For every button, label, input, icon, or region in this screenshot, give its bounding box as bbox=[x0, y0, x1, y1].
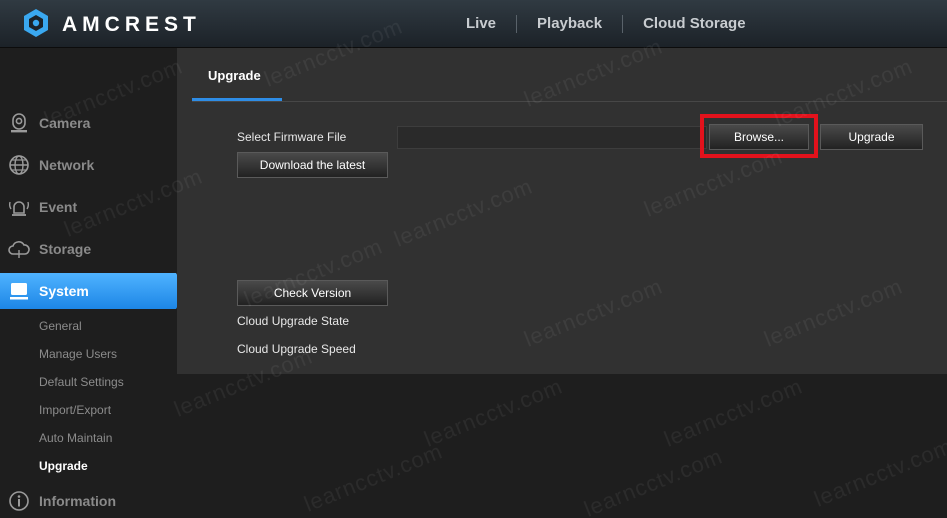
check-version-button[interactable]: Check Version bbox=[237, 280, 388, 306]
firmware-file-field[interactable] bbox=[397, 126, 707, 149]
upgrade-button[interactable]: Upgrade bbox=[820, 124, 923, 150]
cloud-icon bbox=[8, 238, 30, 260]
tab-upgrade-label: Upgrade bbox=[208, 68, 261, 83]
nav-live[interactable]: Live bbox=[446, 12, 516, 36]
watermark-text: learncctv.com bbox=[300, 438, 447, 517]
sidebar-subitem-auto-maintain[interactable]: Auto Maintain bbox=[39, 431, 112, 445]
watermark-text: learncctv.com bbox=[420, 373, 567, 452]
watermark-text: learncctv.com bbox=[660, 373, 807, 452]
amcrest-logo[interactable]: AMCREST bbox=[22, 8, 201, 43]
sidebar-item-storage[interactable]: Storage bbox=[0, 231, 186, 267]
sidebar-subitem-default-settings[interactable]: Default Settings bbox=[39, 375, 124, 389]
monitor-icon bbox=[8, 280, 30, 302]
tab-divider bbox=[192, 101, 947, 102]
sidebar-item-network[interactable]: Network bbox=[0, 147, 186, 183]
download-latest-button[interactable]: Download the latest bbox=[237, 152, 388, 178]
sidebar-subitem-general[interactable]: General bbox=[39, 319, 82, 333]
sidebar-subitem-manage-users[interactable]: Manage Users bbox=[39, 347, 117, 361]
sidebar-item-camera[interactable]: Camera bbox=[0, 105, 186, 141]
amcrest-hexagon-icon bbox=[22, 8, 50, 43]
sidebar-item-label: Event bbox=[39, 199, 78, 215]
globe-icon bbox=[8, 154, 30, 176]
nav-cloud-storage[interactable]: Cloud Storage bbox=[623, 12, 766, 36]
watermark-text: learncctv.com bbox=[810, 433, 947, 512]
sidebar-item-label: Camera bbox=[39, 115, 91, 131]
sidebar-item-label: Network bbox=[39, 157, 95, 173]
sidebar-item-information[interactable]: Information bbox=[0, 483, 186, 518]
cloud-upgrade-speed-label: Cloud Upgrade Speed bbox=[237, 342, 356, 356]
cloud-upgrade-state-label: Cloud Upgrade State bbox=[237, 314, 350, 328]
browse-highlight-annotation bbox=[700, 114, 818, 158]
select-firmware-label: Select Firmware File bbox=[237, 130, 347, 144]
nav-playback[interactable]: Playback bbox=[517, 12, 622, 36]
brand-name: AMCREST bbox=[62, 13, 201, 36]
top-navigation: Live Playback Cloud Storage bbox=[446, 12, 766, 36]
sidebar-item-event[interactable]: Event bbox=[0, 189, 186, 225]
tab-upgrade[interactable]: Upgrade bbox=[192, 48, 282, 102]
watermark-text: learncctv.com bbox=[580, 443, 727, 518]
sidebar: Camera Network Event Storage System Gene… bbox=[0, 48, 186, 518]
sidebar-item-label: System bbox=[39, 283, 89, 299]
top-header: AMCREST Live Playback Cloud Storage bbox=[0, 0, 947, 48]
info-icon bbox=[8, 490, 30, 512]
alarm-icon bbox=[8, 196, 30, 218]
sidebar-item-system[interactable]: System bbox=[0, 273, 186, 309]
sidebar-subitem-import-export[interactable]: Import/Export bbox=[39, 403, 111, 417]
camera-icon bbox=[8, 112, 30, 134]
sidebar-item-label: Storage bbox=[39, 241, 92, 257]
upgrade-panel: Upgrade Select Firmware File Browse... U… bbox=[177, 48, 947, 374]
sidebar-subitem-upgrade[interactable]: Upgrade bbox=[39, 459, 88, 473]
sidebar-item-label: Information bbox=[39, 493, 116, 509]
